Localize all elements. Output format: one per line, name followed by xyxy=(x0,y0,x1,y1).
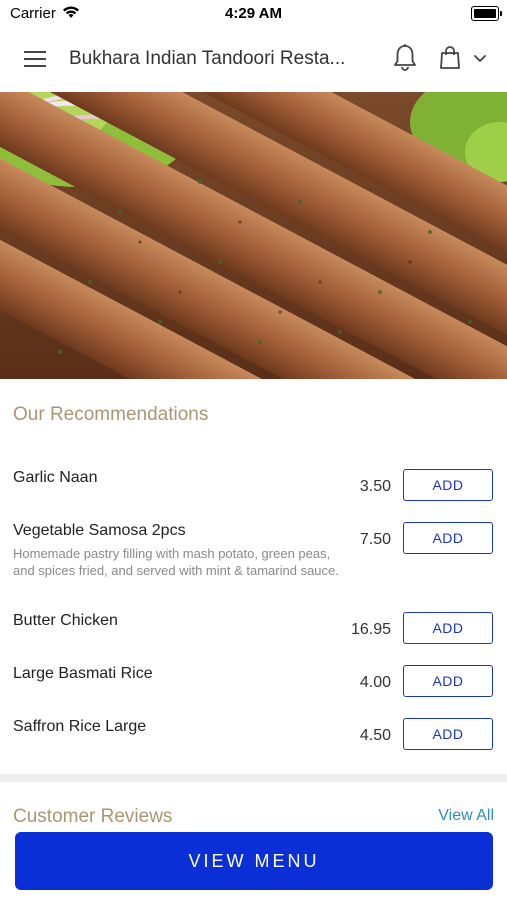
hero-image xyxy=(0,92,507,379)
chevron-down-icon[interactable] xyxy=(473,54,487,64)
restaurant-title: Bukhara Indian Tandoori Resta... xyxy=(69,48,346,69)
add-button[interactable]: ADD xyxy=(403,665,493,697)
item-price: 16.95 xyxy=(350,621,391,638)
kebab-photo xyxy=(0,92,507,379)
item-price: 3.50 xyxy=(359,478,391,495)
battery-icon xyxy=(471,6,502,21)
status-time: 4:29 AM xyxy=(225,5,282,22)
view-menu-button[interactable]: VIEW MENU xyxy=(15,832,493,890)
menu-icon[interactable] xyxy=(24,51,46,67)
item-name: Large Basmati Rice xyxy=(13,665,153,682)
add-button[interactable]: ADD xyxy=(403,612,493,644)
item-price: 4.50 xyxy=(359,727,391,744)
app-header: Bukhara Indian Tandoori Resta... xyxy=(0,26,507,92)
add-button[interactable]: ADD xyxy=(403,522,493,554)
recommendations-section: Our Recommendations Garlic Naan 3.50 ADD… xyxy=(0,380,507,774)
add-button[interactable]: ADD xyxy=(403,469,493,501)
shopping-bag-icon[interactable] xyxy=(439,45,461,71)
item-price: 4.00 xyxy=(359,674,391,691)
section-divider xyxy=(0,774,507,782)
recommendations-title: Our Recommendations xyxy=(13,404,209,425)
item-price: 7.50 xyxy=(359,531,391,548)
item-name: Vegetable Samosa 2pcs xyxy=(13,522,186,539)
add-button[interactable]: ADD xyxy=(403,718,493,750)
bell-icon[interactable] xyxy=(392,43,418,73)
item-name: Butter Chicken xyxy=(13,612,118,629)
item-name: Saffron Rice Large xyxy=(13,718,147,735)
item-name: Garlic Naan xyxy=(13,469,98,486)
status-bar: Carrier 4:29 AM xyxy=(0,0,507,26)
item-description: Homemade pastry filling with mash potato… xyxy=(13,546,339,578)
